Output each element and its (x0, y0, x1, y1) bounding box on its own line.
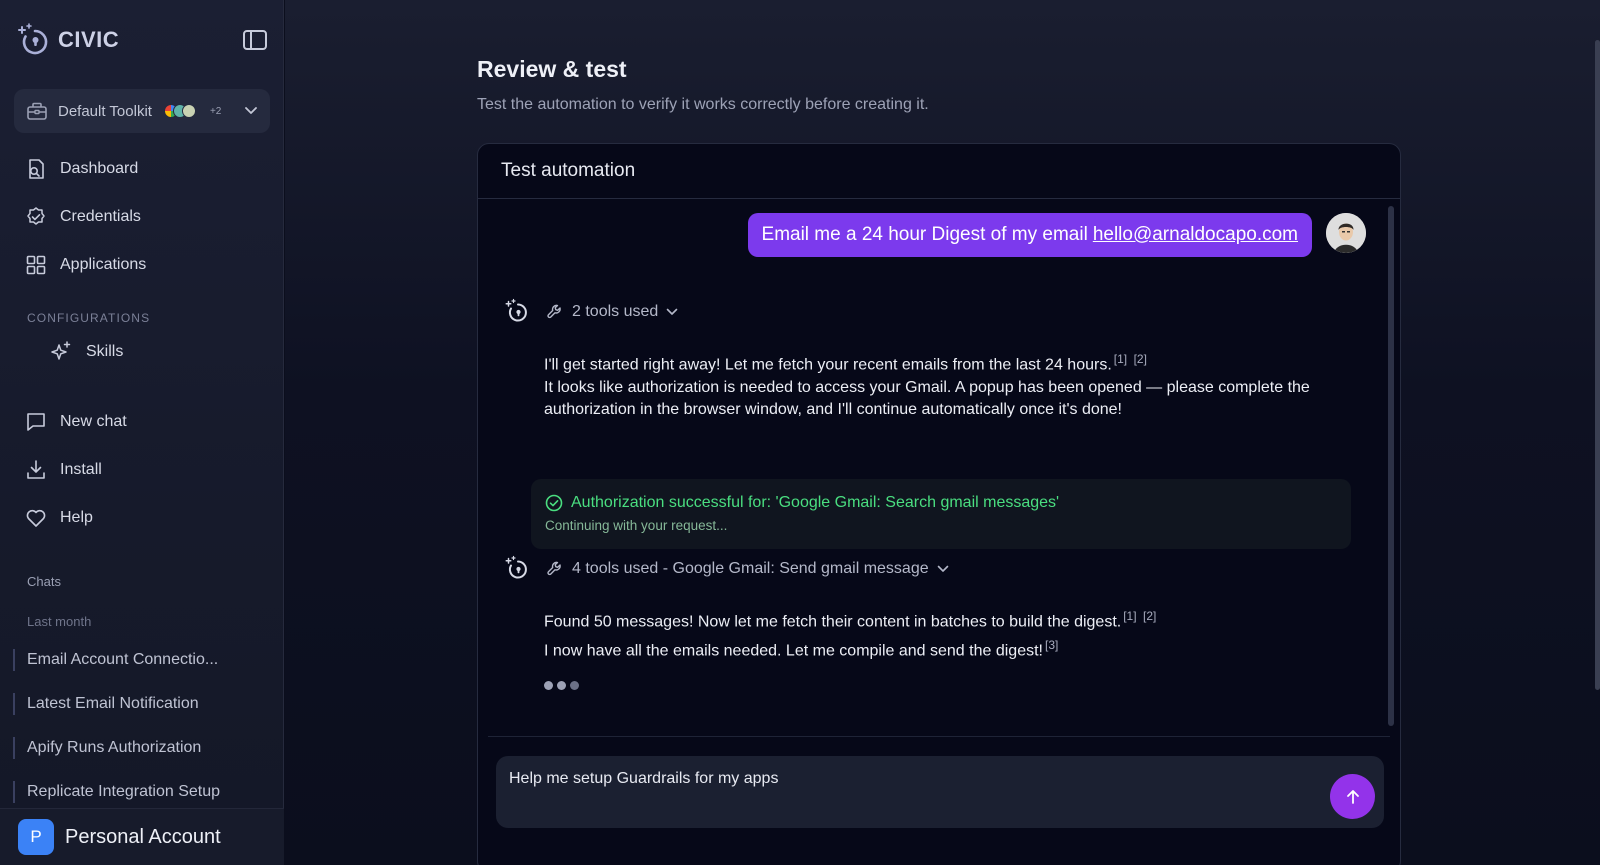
page-subtitle: Test the automation to verify it works c… (477, 96, 929, 113)
nav-dashboard-label: Dashboard (60, 160, 139, 177)
civic-logo-icon (504, 555, 532, 583)
typing-dot (557, 681, 566, 690)
tools-used-toggle[interactable]: 4 tools used - Google Gmail: Send gmail … (546, 558, 949, 580)
assistant-message-line: I'll get started right away! Let me fetc… (544, 356, 1112, 374)
chats-group-heading: Last month (27, 614, 92, 629)
configurations-heading: CONFIGURATIONS (27, 311, 151, 325)
assistant-message: Found 50 messages! Now let me fetch thei… (544, 605, 1344, 663)
test-automation-card: Test automation Email me a 24 hour Diges… (477, 143, 1401, 865)
tools-used-label: 2 tools used (572, 303, 659, 320)
page-title: Review & test (477, 56, 627, 82)
assistant-message: I'll get started right away! Let me fetc… (544, 348, 1344, 422)
chat-item[interactable]: Email Account Connectio... (13, 649, 263, 671)
arrow-up-icon (1344, 788, 1362, 806)
nav-dashboard[interactable]: Dashboard (14, 149, 270, 189)
citation-link[interactable]: [2] (1143, 609, 1156, 623)
chats-heading: Chats (27, 574, 61, 589)
page-scrollbar[interactable] (1595, 40, 1600, 690)
new-chat-button[interactable]: New chat (14, 402, 270, 442)
toolkit-selector[interactable]: Default Toolkit +2 (14, 89, 270, 133)
wrench-icon (546, 303, 564, 321)
email-link[interactable]: hello@arnaldocapo.com (1093, 224, 1298, 246)
message-input[interactable] (509, 770, 1289, 788)
chat-item[interactable]: Apify Runs Authorization (13, 737, 263, 759)
toolkit-label: Default Toolkit (58, 102, 152, 120)
chevron-down-icon (666, 308, 678, 316)
account-name: Personal Account (65, 825, 221, 848)
card-title: Test automation (478, 144, 1400, 199)
typing-dot (570, 681, 579, 690)
authorization-status: Authorization successful for: 'Google Gm… (531, 479, 1351, 549)
send-button[interactable] (1330, 774, 1375, 819)
chevron-down-icon (937, 565, 949, 573)
chat-bubble-icon (25, 411, 47, 433)
nav-applications[interactable]: Applications (14, 245, 270, 285)
brand[interactable]: CIVIC (16, 22, 119, 58)
tools-used-label: 4 tools used - Google Gmail: Send gmail … (572, 560, 929, 577)
sidebar-toggle-button[interactable] (242, 28, 268, 52)
civic-logo-icon (16, 22, 54, 58)
citation-link[interactable]: [1] (1123, 609, 1136, 623)
grid-icon (25, 254, 47, 276)
citation-link[interactable]: [1] (1114, 352, 1127, 366)
avatar: P (18, 819, 54, 855)
avatar (1326, 213, 1366, 253)
heart-icon (25, 507, 47, 529)
tools-used-toggle[interactable]: 2 tools used (546, 301, 678, 323)
install-label: Install (60, 461, 102, 478)
composer-divider (488, 736, 1390, 737)
authorization-status-subtitle: Continuing with your request... (545, 518, 728, 533)
sidebar-toggle-icon (242, 28, 268, 52)
dashboard-icon (25, 158, 47, 180)
chat-scrollbar[interactable] (1388, 206, 1394, 726)
toolbox-icon (26, 101, 48, 121)
authorization-status-text: Authorization successful for: 'Google Gm… (571, 494, 1060, 511)
user-message: Email me a 24 hour Digest of my email he… (747, 213, 1312, 257)
help-label: Help (60, 509, 93, 526)
app-avatar (181, 104, 196, 118)
main-content: Review & test Test the automation to ver… (285, 0, 1600, 865)
assistant-message-line: It looks like authorization is needed to… (544, 378, 1310, 419)
brand-name: CIVIC (58, 27, 120, 52)
typing-indicator (544, 681, 579, 690)
help-button[interactable]: Help (14, 498, 270, 538)
nav-skills-label: Skills (86, 343, 124, 360)
user-message-text: Email me a 24 hour Digest of my email (761, 224, 1088, 245)
shield-check-icon (25, 206, 47, 228)
nav-skills[interactable]: Skills (38, 332, 270, 372)
citation-link[interactable]: [2] (1134, 352, 1147, 366)
sidebar: CIVIC Default Toolkit +2 Dashboard Crede… (0, 0, 284, 865)
chat-item[interactable]: Latest Email Notification (13, 693, 263, 715)
download-icon (25, 459, 47, 481)
chat-item[interactable]: Replicate Integration Setup (13, 781, 263, 803)
wrench-icon (546, 560, 564, 578)
assistant-message-line: Found 50 messages! Now let me fetch thei… (544, 613, 1122, 631)
toolkit-app-avatars (163, 104, 196, 118)
assistant-message-line: I now have all the emails needed. Let me… (544, 642, 1043, 660)
civic-logo-icon (504, 298, 532, 326)
new-chat-label: New chat (60, 413, 127, 430)
account-switcher[interactable]: P Personal Account (0, 808, 284, 865)
toolkit-more-count: +2 (209, 105, 222, 117)
chevron-down-icon (244, 106, 258, 116)
authorization-status-title: Authorization successful for: 'Google Gm… (545, 494, 1337, 512)
nav-credentials-label: Credentials (60, 208, 141, 225)
sparkle-icon (49, 340, 73, 364)
check-circle-icon (545, 494, 563, 512)
citation-link[interactable]: [3] (1045, 638, 1058, 652)
nav-credentials[interactable]: Credentials (14, 197, 270, 237)
typing-dot (544, 681, 553, 690)
message-composer (496, 756, 1384, 828)
nav-applications-label: Applications (60, 256, 147, 273)
install-button[interactable]: Install (14, 450, 270, 490)
